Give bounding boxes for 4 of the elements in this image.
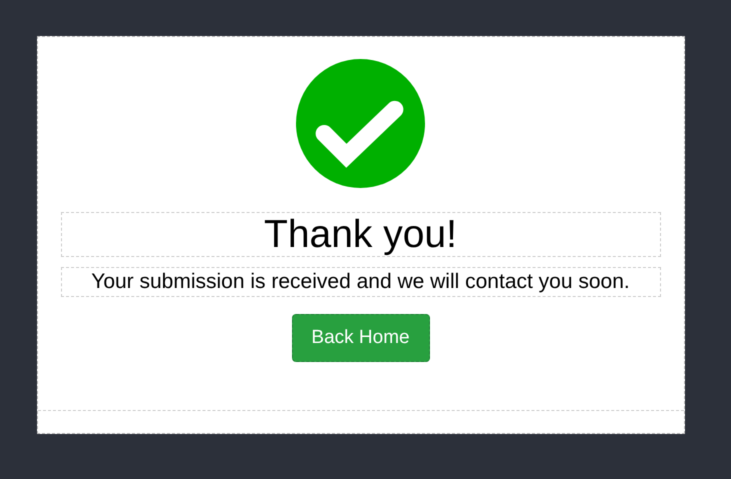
confirmation-message: Your submission is received and we will contact you soon.: [60, 267, 660, 297]
back-home-button[interactable]: Back Home: [292, 314, 430, 362]
thank-you-heading: Thank you!: [60, 212, 660, 257]
checkmark-icon: [296, 59, 425, 188]
